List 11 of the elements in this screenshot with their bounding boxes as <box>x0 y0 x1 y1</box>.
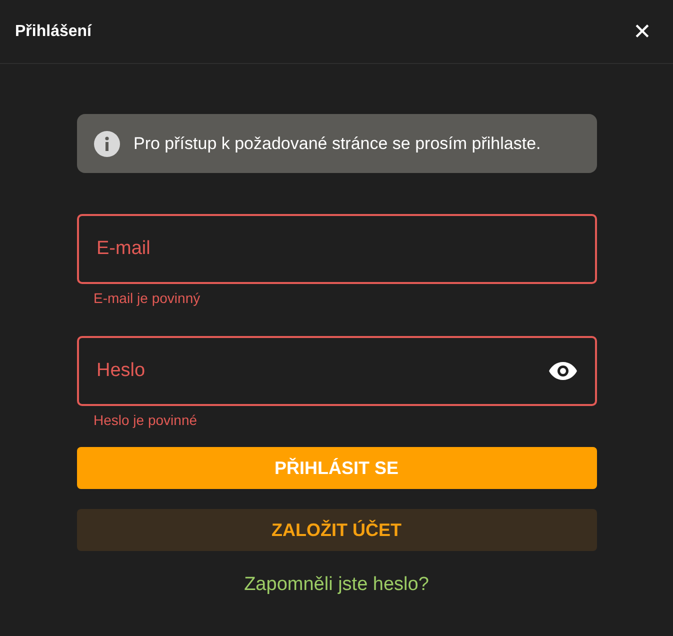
dialog-title: Přihlášení <box>15 22 92 40</box>
forgot-password-link[interactable]: Zapomněli jste heslo? <box>244 574 429 596</box>
eye-icon[interactable] <box>548 362 576 380</box>
error-message: Heslo je povinné <box>94 412 198 428</box>
notice-text: Pro přístup k požadované stránce se prosím přihlaste. <box>134 134 541 154</box>
error-message: E-mail je povinný <box>94 290 202 306</box>
password-field[interactable]: Heslo <box>76 336 596 406</box>
close-button[interactable]: ✕ <box>633 20 651 42</box>
info-icon <box>94 130 120 156</box>
email-field[interactable]: E-mail <box>76 214 596 284</box>
create-account-button[interactable]: ZALOŽIT ÚČET <box>76 509 596 551</box>
